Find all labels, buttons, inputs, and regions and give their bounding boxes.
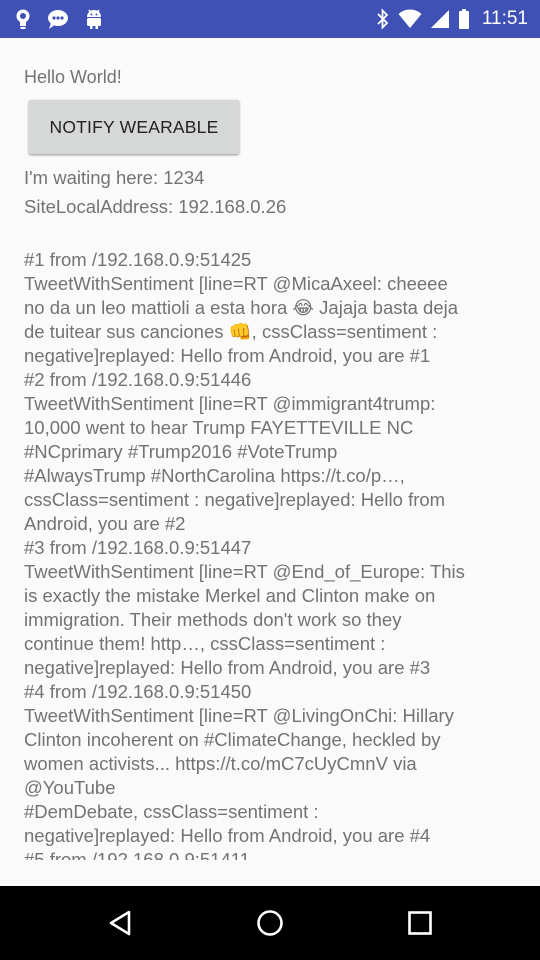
log-line: #1 from /192.168.0.9:51425 [24,249,252,270]
battery-icon [458,8,470,30]
log-line: women activists... https://t.co/mC7cUyCm… [24,753,417,774]
system-icons: 11:51 [376,0,528,38]
notification-icons [14,0,104,38]
log-line: de tuitear sus canciones 👊, cssClass=sen… [24,321,438,342]
bluetooth-icon [376,8,390,30]
message-log[interactable]: #1 from /192.168.0.9:51425 TweetWithSenti… [24,248,519,860]
log-line: @YouTube [24,777,116,798]
log-line: #DemDebate, cssClass=sentiment : [24,801,319,822]
navigation-bar [0,886,540,960]
log-line: is exactly the mistake Merkel and Clinto… [24,585,436,606]
log-entry: #3 from /192.168.0.9:51447 TweetWithSenti… [24,536,519,680]
log-line: #4 from /192.168.0.9:51450 [24,681,252,702]
status-bar: 11:51 [0,0,540,38]
waiting-text: I'm waiting here: 1234 [24,167,205,188]
log-line: cssClass=sentiment : negative]replayed: … [24,489,446,510]
log-line: Android, you are #2 [24,513,186,534]
log-line: negative]replayed: Hello from Android, y… [24,825,431,846]
clock: 11:51 [481,8,528,29]
log-line: TweetWithSentiment [line=RT @LivingOnChi… [24,705,454,726]
log-line: #5 from /192.168.0.9:51411 [24,849,250,860]
signal-icon [430,9,450,29]
log-line: immigration. Their methods don't work so… [24,609,402,630]
back-button[interactable] [80,886,160,960]
log-line: TweetWithSentiment [line=RT @MicaAxeel: … [24,273,448,294]
hello-text: Hello World! [24,67,122,87]
log-entry: #5 from /192.168.0.9:51411 [24,848,519,860]
site-local-address-text: SiteLocalAddress: 192.168.0.26 [24,196,287,217]
log-entry: #2 from /192.168.0.9:51446 TweetWithSenti… [24,368,519,536]
log-line: TweetWithSentiment [line=RT @immigrant4t… [24,393,436,414]
recents-icon [405,908,435,938]
log-line: Clinton incoherent on #ClimateChange, he… [24,729,441,750]
log-line: 10,000 went to hear Trump FAYETTEVILLE N… [24,417,414,438]
log-line: #2 from /192.168.0.9:51446 [24,369,252,390]
log-line: negative]replayed: Hello from Android, y… [24,657,431,678]
android-icon [84,8,104,30]
wifi-icon [398,9,422,29]
log-entry: #1 from /192.168.0.9:51425 TweetWithSenti… [24,248,519,368]
screen: 11:51 Hello World! NOTIFY WEARABLE I'm w… [0,0,540,960]
recents-button[interactable] [380,886,460,960]
chat-icon [46,8,70,30]
log-line: TweetWithSentiment [line=RT @End_of_Euro… [24,561,465,582]
log-line: #AlwaysTrump #NorthCarolina https://t.co… [24,465,405,486]
log-line: negative]replayed: Hello from Android, y… [24,345,431,366]
log-entry: #4 from /192.168.0.9:51450 TweetWithSenti… [24,680,519,848]
log-line: continue them! http…, cssClass=sentiment… [24,633,386,654]
log-line: #3 from /192.168.0.9:51447 [24,537,252,558]
lightbulb-icon [14,8,32,30]
notify-wearable-button[interactable]: NOTIFY WEARABLE [29,100,239,154]
home-icon [255,908,285,938]
main-content: Hello World! NOTIFY WEARABLE I'm waiting… [0,38,540,886]
back-icon [105,908,135,938]
home-button[interactable] [230,886,310,960]
log-line: no da un leo mattioli a esta hora 😂 Jaja… [24,297,459,318]
log-line: #NCprimary #Trump2016 #VoteTrump [24,441,338,462]
